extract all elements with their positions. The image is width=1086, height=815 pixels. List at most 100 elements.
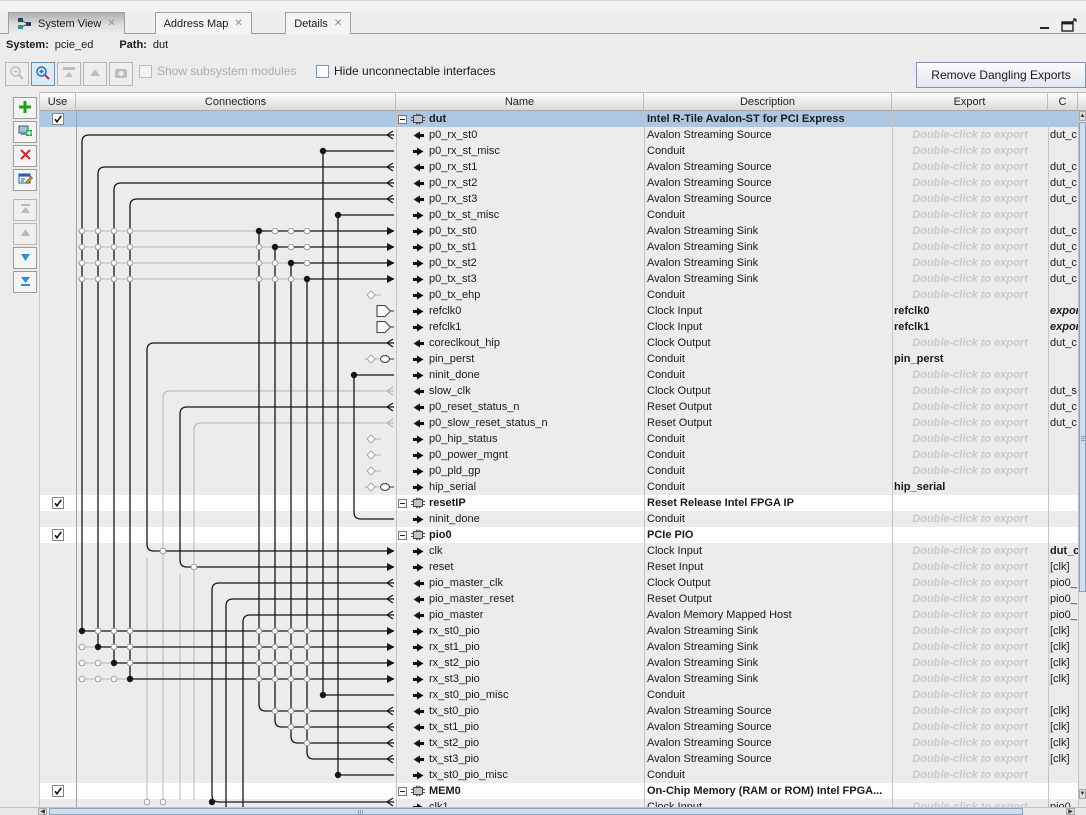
zoom-out-button[interactable] [5, 62, 29, 86]
vertical-scrollbar[interactable]: ▲ ▼ [1078, 111, 1086, 807]
export-placeholder[interactable]: Double-click to export [892, 449, 1048, 461]
zoom-in-button[interactable] [31, 62, 55, 86]
export-placeholder[interactable]: Double-click to export [892, 193, 1048, 205]
name-cell[interactable]: clk [396, 543, 644, 559]
clock-cell[interactable]: dut_c [1048, 223, 1078, 239]
clock-cell[interactable] [1048, 527, 1078, 543]
clock-cell[interactable] [1048, 447, 1078, 463]
expand-up-button[interactable] [83, 62, 107, 86]
name-cell[interactable]: p0_rx_st1 [396, 159, 644, 175]
name-cell[interactable]: ninit_done [396, 367, 644, 383]
clock-cell[interactable] [1048, 207, 1078, 223]
export-cell[interactable]: Double-click to export [892, 655, 1048, 671]
clock-cell[interactable]: dut_c [1048, 399, 1078, 415]
clock-cell[interactable]: dut_c [1048, 159, 1078, 175]
clock-cell[interactable] [1048, 783, 1078, 799]
export-placeholder[interactable]: Double-click to export [892, 769, 1048, 781]
export-cell[interactable]: Double-click to export [892, 447, 1048, 463]
clock-cell[interactable]: [clk] [1048, 671, 1078, 687]
clock-cell[interactable]: [clk] [1048, 703, 1078, 719]
collapse-icon[interactable] [398, 115, 407, 124]
export-placeholder[interactable]: Double-click to export [892, 241, 1048, 253]
name-cell[interactable]: p0_tx_st2 [396, 255, 644, 271]
export-cell[interactable]: Double-click to export [892, 719, 1048, 735]
export-placeholder[interactable]: Double-click to export [892, 545, 1048, 557]
clock-cell[interactable]: dut_c [1048, 191, 1078, 207]
name-cell[interactable]: refclk1 [396, 319, 644, 335]
column-header-export[interactable]: Export [892, 93, 1048, 111]
export-cell[interactable]: hip_serial [892, 479, 1048, 495]
name-cell[interactable]: tx_st3_pio [396, 751, 644, 767]
clock-cell[interactable]: [clk] [1048, 719, 1078, 735]
name-cell[interactable]: slow_clk [396, 383, 644, 399]
export-cell[interactable]: Double-click to export [892, 463, 1048, 479]
export-placeholder[interactable]: Double-click to export [892, 689, 1048, 701]
clock-cell[interactable]: pio0_ [1048, 607, 1078, 623]
export-cell[interactable]: Double-click to export [892, 255, 1048, 271]
collapse-icon[interactable] [398, 499, 407, 508]
name-cell[interactable]: p0_rx_st0 [396, 127, 644, 143]
clock-cell[interactable] [1048, 111, 1078, 127]
name-cell[interactable]: coreclkout_hip [396, 335, 644, 351]
export-cell[interactable]: Double-click to export [892, 207, 1048, 223]
name-cell[interactable]: pin_perst [396, 351, 644, 367]
clock-cell[interactable]: dut_c [1048, 175, 1078, 191]
clock-cell[interactable]: pio0_ [1048, 591, 1078, 607]
export-cell[interactable]: Double-click to export [892, 399, 1048, 415]
tab-details[interactable]: Details✕ [285, 12, 351, 34]
horizontal-scrollbar[interactable]: ◀ ▶ [0, 807, 1086, 815]
name-cell[interactable]: p0_power_mgnt [396, 447, 644, 463]
name-cell[interactable]: pio_master [396, 607, 644, 623]
export-placeholder[interactable]: Double-click to export [892, 721, 1048, 733]
export-placeholder[interactable]: Double-click to export [892, 177, 1048, 189]
clock-cell[interactable] [1048, 287, 1078, 303]
export-cell[interactable]: Double-click to export [892, 511, 1048, 527]
clock-cell[interactable]: [clk] [1048, 735, 1078, 751]
name-cell[interactable]: p0_rx_st2 [396, 175, 644, 191]
name-cell[interactable]: pio_master_reset [396, 591, 644, 607]
name-cell[interactable]: MEM0 [396, 783, 644, 799]
export-cell[interactable]: Double-click to export [892, 127, 1048, 143]
name-cell[interactable]: rx_st0_pio [396, 623, 644, 639]
export-placeholder[interactable]: Double-click to export [892, 401, 1048, 413]
export-cell[interactable]: Double-click to export [892, 223, 1048, 239]
export-cell[interactable]: Double-click to export [892, 415, 1048, 431]
scroll-down-button[interactable]: ▼ [1079, 789, 1086, 799]
name-cell[interactable]: p0_tx_st_misc [396, 207, 644, 223]
export-placeholder[interactable]: Double-click to export [892, 161, 1048, 173]
collapse-icon[interactable] [398, 531, 407, 540]
name-cell[interactable]: p0_tx_ehp [396, 287, 644, 303]
name-cell[interactable]: p0_pld_gp [396, 463, 644, 479]
column-header-name[interactable]: Name [396, 93, 644, 111]
export-placeholder[interactable]: Double-click to export [892, 257, 1048, 269]
export-placeholder[interactable]: Double-click to export [892, 385, 1048, 397]
move-up-button[interactable] [13, 223, 37, 245]
export-placeholder[interactable]: Double-click to export [892, 289, 1048, 301]
close-icon[interactable]: ✕ [107, 19, 115, 29]
name-cell[interactable]: refclk0 [396, 303, 644, 319]
export-placeholder[interactable]: Double-click to export [892, 753, 1048, 765]
clock-cell[interactable]: [clk] [1048, 751, 1078, 767]
clock-cell[interactable] [1048, 351, 1078, 367]
export-cell[interactable]: Double-click to export [892, 367, 1048, 383]
scroll-right-button[interactable]: ▶ [1066, 808, 1075, 815]
close-icon[interactable]: ✕ [234, 19, 242, 29]
name-cell[interactable]: resetIP [396, 495, 644, 511]
export-cell[interactable]: refclk1 [892, 319, 1048, 335]
export-placeholder[interactable]: Double-click to export [892, 433, 1048, 445]
name-cell[interactable]: p0_tx_st3 [396, 271, 644, 287]
export-placeholder[interactable]: Double-click to export [892, 737, 1048, 749]
name-cell[interactable]: ninit_done [396, 511, 644, 527]
use-checkbox[interactable] [52, 785, 64, 797]
column-header-c[interactable]: C [1048, 93, 1078, 111]
clock-cell[interactable]: dut_c [1048, 271, 1078, 287]
export-cell[interactable] [892, 783, 1048, 799]
export-placeholder[interactable]: Double-click to export [892, 225, 1048, 237]
export-cell[interactable]: Double-click to export [892, 239, 1048, 255]
clock-cell[interactable] [1048, 479, 1078, 495]
name-cell[interactable]: rx_st0_pio_misc [396, 687, 644, 703]
export-cell[interactable]: Double-click to export [892, 703, 1048, 719]
name-cell[interactable]: pio0 [396, 527, 644, 543]
export-cell[interactable]: Double-click to export [892, 639, 1048, 655]
export-cell[interactable]: Double-click to export [892, 143, 1048, 159]
